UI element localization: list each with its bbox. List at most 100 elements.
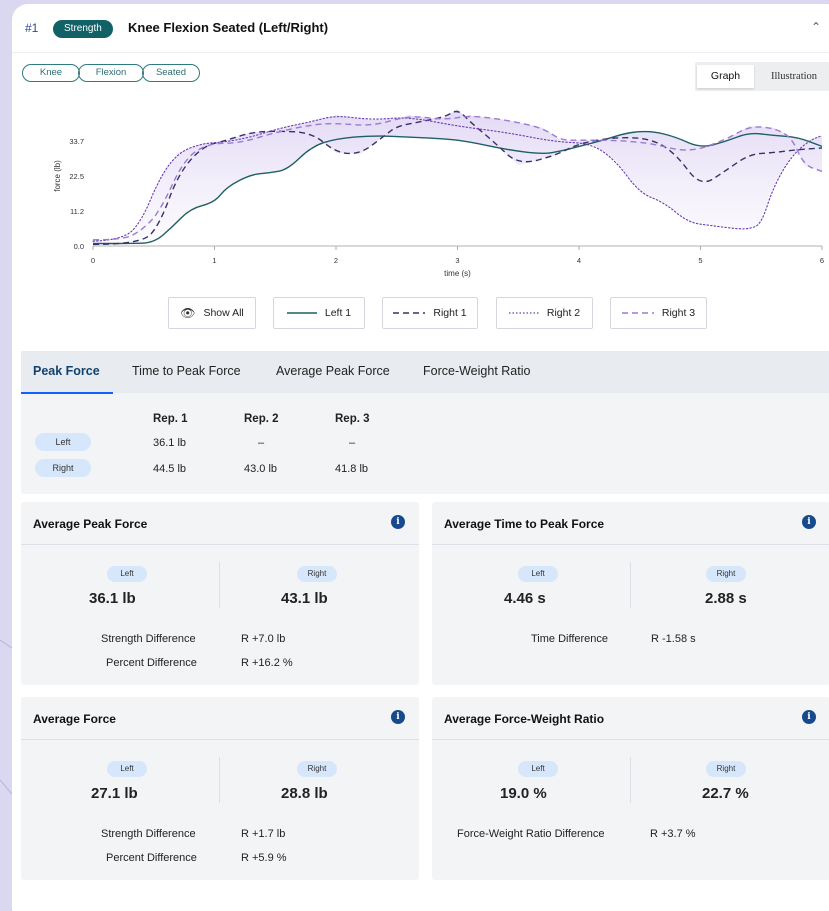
percent-difference-value: R +16.2 % (241, 657, 293, 669)
chevron-up-icon[interactable]: ⌃ (811, 20, 821, 34)
left-value: 36.1 lb (89, 590, 136, 607)
panel-separator (219, 562, 220, 608)
legend-left-1[interactable]: Left 1 (273, 297, 365, 329)
panel-title: Average Peak Force (33, 517, 148, 531)
y-tick-label: 11.2 (70, 207, 84, 216)
legend-solid-line-icon (286, 312, 317, 314)
time-difference-label: Time Difference (531, 633, 609, 645)
force-weight-ratio-difference-label: Force-Weight Ratio Difference (457, 828, 605, 840)
strength-difference-value: R +1.7 lb (241, 828, 286, 840)
tab-time-to-peak-force[interactable]: Time to Peak Force (132, 364, 241, 378)
x-tick-label: 5 (698, 256, 702, 265)
right-value: 28.8 lb (281, 785, 328, 802)
legend-right-2-label: Right 2 (546, 307, 581, 319)
illustration-toggle-button[interactable]: Illustration (756, 65, 829, 88)
right-chip: Right (706, 761, 746, 777)
left-chip: Left (107, 566, 147, 582)
y-tick-label: 0.0 (74, 242, 84, 251)
x-axis-label: time (s) (444, 269, 471, 278)
eye-icon: 👁 (180, 306, 196, 320)
average-peak-force-panel: Average Peak Force i Left Right 36.1 lb … (21, 502, 419, 685)
info-icon[interactable]: i (391, 710, 405, 724)
rep-header-3: Rep. 3 (335, 413, 370, 425)
legend-dashed-line-icon (393, 312, 426, 314)
tag-seated[interactable]: Seated (142, 64, 200, 82)
average-force-weight-ratio-panel: Average Force-Weight Ratio i Left Right … (432, 697, 829, 880)
panel-divider (432, 544, 829, 545)
row-right-chip: Right (35, 459, 91, 477)
right-chip: Right (297, 761, 337, 777)
metric-tab-bar: Peak Force Time to Peak Force Average Pe… (21, 351, 829, 394)
legend-right-1-label: Right 1 (433, 307, 467, 319)
exercise-number: #1 (25, 21, 39, 35)
left-chip: Left (518, 761, 558, 777)
tab-peak-force[interactable]: Peak Force (33, 364, 100, 378)
left-chip: Left (107, 761, 147, 777)
x-tick-label: 3 (455, 256, 459, 265)
legend-dashed-light-line-icon (621, 312, 654, 314)
legend-right-1[interactable]: Right 1 (382, 297, 478, 329)
time-difference-value: R -1.58 s (651, 633, 696, 645)
show-all-button[interactable]: 👁 Show All (168, 297, 256, 329)
legend-right-2[interactable]: Right 2 (496, 297, 593, 329)
panel-title: Average Force-Weight Ratio (444, 712, 605, 726)
strength-difference-label: Strength Difference (101, 828, 196, 840)
info-icon[interactable]: i (391, 515, 405, 529)
strength-difference-value: R +7.0 lb (241, 633, 286, 645)
card-header[interactable]: #1 Strength Knee Flexion Seated (Left/Ri… (12, 4, 829, 52)
x-tick-label: 4 (577, 256, 581, 265)
right-value: 22.7 % (702, 785, 749, 802)
force-chart: 0 1 2 3 4 5 6 0.0 11.2 22.5 33.7 force (lb) time (… (53, 109, 824, 278)
x-tick-label: 2 (334, 256, 338, 265)
right-chip: Right (706, 566, 746, 582)
percent-difference-label: Percent Difference (106, 852, 197, 864)
panel-separator (219, 757, 220, 803)
info-icon[interactable]: i (802, 710, 816, 724)
tag-flexion[interactable]: Flexion (78, 64, 144, 82)
right-value: 2.88 s (705, 590, 747, 607)
legend-right-3-label: Right 3 (661, 307, 696, 319)
panel-title: Average Force (33, 712, 116, 726)
category-pill: Strength (53, 20, 113, 38)
x-tick-label: 6 (820, 256, 824, 265)
panel-divider (21, 739, 419, 740)
metric-tabs-section: Peak Force Time to Peak Force Average Pe… (21, 351, 829, 494)
y-tick-label: 22.5 (69, 172, 84, 181)
show-all-label: Show All (203, 307, 244, 319)
panel-title: Average Time to Peak Force (444, 517, 605, 531)
exercise-card: #1 Strength Knee Flexion Seated (Left/Ri… (12, 4, 829, 911)
strength-difference-label: Strength Difference (101, 633, 196, 645)
tab-force-weight-ratio[interactable]: Force-Weight Ratio (423, 364, 530, 378)
average-time-to-peak-panel: Average Time to Peak Force i Left Right … (432, 502, 829, 685)
view-toggle: Graph Illustration (695, 62, 829, 91)
y-tick-label: 33.7 (69, 137, 84, 146)
panel-divider (432, 739, 829, 740)
force-weight-ratio-difference-value: R +3.7 % (650, 828, 696, 840)
x-tick-label: 1 (212, 256, 216, 265)
x-tick-label: 0 (91, 256, 95, 265)
y-axis-label: force (lb) (53, 160, 62, 192)
tab-average-peak-force[interactable]: Average Peak Force (276, 364, 390, 378)
left-rep2-value: – (258, 437, 265, 449)
percent-difference-label: Percent Difference (106, 657, 197, 669)
rep-header-2: Rep. 2 (244, 413, 279, 425)
right-rep1-value: 44.5 lb (153, 463, 187, 475)
left-rep3-value: – (349, 437, 356, 449)
tag-knee[interactable]: Knee (22, 64, 80, 82)
left-chip: Left (518, 566, 558, 582)
percent-difference-value: R +5.9 % (241, 852, 287, 864)
graph-toggle-button[interactable]: Graph (697, 65, 754, 88)
active-tab-underline (21, 392, 113, 394)
left-value: 4.46 s (504, 590, 546, 607)
info-icon[interactable]: i (802, 515, 816, 529)
average-force-panel: Average Force i Left Right 27.1 lb 28.8 … (21, 697, 419, 880)
panel-separator (630, 562, 631, 608)
legend-right-3[interactable]: Right 3 (610, 297, 707, 329)
exercise-title: Knee Flexion Seated (Left/Right) (128, 20, 329, 35)
header-divider (12, 52, 829, 53)
right-rep2-value: 43.0 lb (244, 463, 278, 475)
left-value: 27.1 lb (91, 785, 138, 802)
right-value: 43.1 lb (281, 590, 328, 607)
panel-divider (21, 544, 419, 545)
panel-separator (630, 757, 631, 803)
